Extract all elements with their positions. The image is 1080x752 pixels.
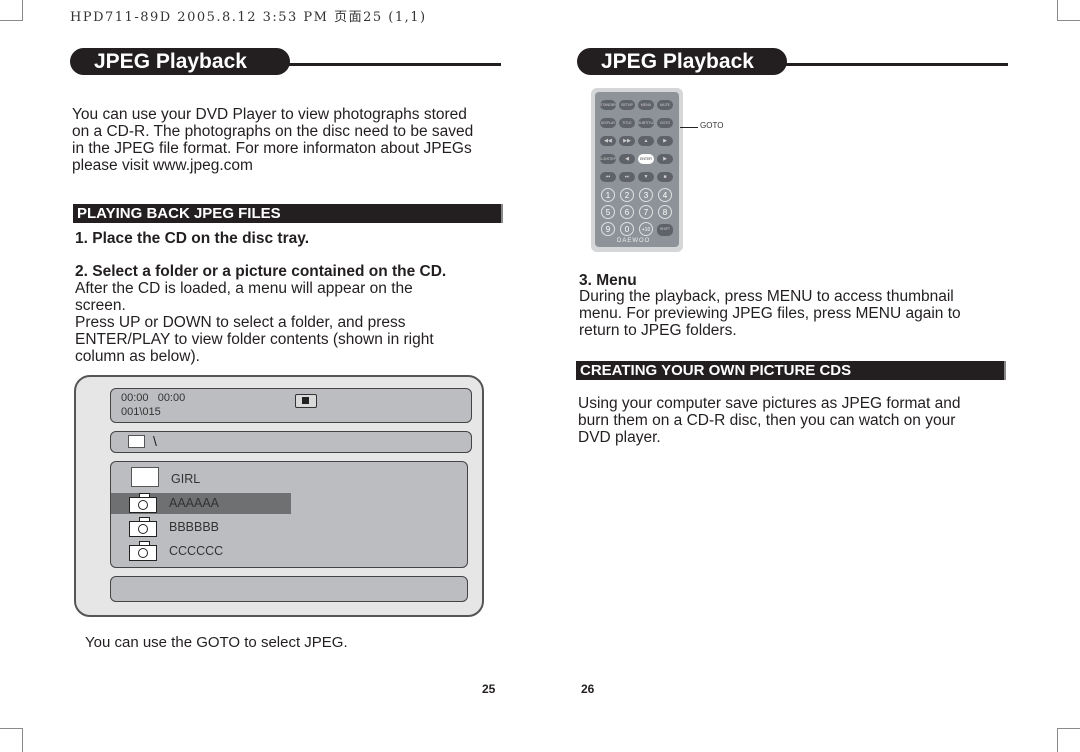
picture-icon	[129, 493, 157, 513]
remote-button-3: 3	[639, 188, 653, 202]
intro-paragraph: You can use your DVD Player to view phot…	[72, 106, 512, 174]
remote-button-left: ◀	[619, 154, 635, 164]
remote-button-shift: SHIFT	[657, 224, 673, 236]
remote-button-1: 1	[601, 188, 615, 202]
step-2-line: column as below).	[75, 348, 200, 365]
picture-icon	[129, 541, 157, 561]
step-2-line: ENTER/PLAY to view folder contents (show…	[75, 331, 434, 348]
page-number-25: 25	[482, 682, 496, 696]
remote-brand-logo: DAEWOO	[617, 238, 651, 244]
left-page-title: JPEG Playback	[70, 48, 290, 75]
remote-body: STANDBY SETUP MENU MUTE DISPLAY TITLE SU…	[595, 92, 679, 247]
crop-mark-top-left	[0, 0, 23, 21]
remote-button-setup: SETUP	[619, 100, 635, 110]
intro-line: in the JPEG file format. For more inform…	[72, 140, 472, 157]
path-panel: \	[110, 431, 472, 453]
creating-line: Using your computer save pictures as JPE…	[578, 395, 961, 412]
jpeg-browser-screen: 00:00 00:00 001\015 \ GIRL AAAAAA BBBBBB	[74, 375, 484, 617]
list-item-label: GIRL	[171, 472, 201, 486]
list-item-picture-aaaaaa[interactable]: AAAAAA	[111, 493, 291, 514]
remote-button-0: 0	[620, 222, 634, 236]
step-3-line: menu. For previewing JPEG files, press M…	[579, 305, 961, 322]
step-3-line: During the playback, press MENU to acces…	[579, 288, 954, 305]
step-2-line: Press UP or DOWN to select a folder, and…	[75, 314, 406, 331]
remote-button-standby: STANDBY	[600, 100, 616, 110]
creating-line: DVD player.	[578, 429, 661, 446]
file-list-panel: GIRL AAAAAA BBBBBB CCCCCC	[110, 461, 468, 568]
step-2-title: 2. Select a folder or a picture containe…	[75, 263, 447, 280]
remote-button-display: DISPLAY	[600, 118, 616, 128]
track-readout: 001\015	[121, 406, 161, 418]
list-item-picture-bbbbbb[interactable]: BBBBBB	[111, 517, 291, 538]
remote-button-6: 6	[620, 205, 634, 219]
remote-button-7: 7	[639, 205, 653, 219]
remote-button-8: 8	[658, 205, 672, 219]
picture-icon	[129, 517, 157, 537]
list-item-picture-cccccc[interactable]: CCCCCC	[111, 541, 291, 562]
creating-line: burn them on a CD-R disc, then you can w…	[578, 412, 956, 429]
remote-button-enter: ENTER	[638, 154, 654, 164]
remote-button-up: ▲	[638, 136, 654, 146]
step-3-line: return to JPEG folders.	[579, 322, 737, 339]
time-readout: 00:00 00:00	[121, 392, 186, 404]
creating-paragraph: Using your computer save pictures as JPE…	[578, 395, 1018, 446]
intro-line: You can use your DVD Player to view phot…	[72, 106, 467, 123]
remote-button-prev: ⏮	[600, 172, 616, 182]
goto-callout-line	[680, 127, 698, 128]
intro-line: on a CD-R. The photographs on the disc n…	[72, 123, 474, 140]
folder-icon	[128, 435, 145, 448]
goto-callout-label: GOTO	[700, 121, 724, 130]
folder-icon	[131, 467, 159, 487]
step-3-title: 3. Menu	[579, 272, 637, 289]
list-item-folder-girl[interactable]: GIRL	[111, 465, 291, 487]
crop-mark-bottom-right	[1057, 728, 1080, 752]
title-rule	[288, 63, 501, 66]
remote-button-next: ⏭	[619, 172, 635, 182]
remote-button-9: 9	[601, 222, 615, 236]
title-rule	[785, 63, 1008, 66]
remote-button-menu: MENU	[638, 100, 654, 110]
goto-note: You can use the GOTO to select JPEG.	[85, 634, 348, 651]
step-2-body: After the CD is loaded, a menu will appe…	[75, 280, 495, 365]
step-3-body: During the playback, press MENU to acces…	[579, 288, 1019, 339]
remote-button-play: ▶	[657, 136, 673, 146]
stop-icon	[295, 394, 317, 408]
remote-button-title: TITLE	[619, 118, 635, 128]
crop-mark-top-right	[1057, 0, 1080, 21]
list-item-label: AAAAAA	[169, 496, 220, 510]
remote-button-2: 2	[620, 188, 634, 202]
info-panel	[110, 576, 468, 602]
remote-button-rewind: ◀◀	[600, 136, 616, 146]
section-heading-playing-back: PLAYING BACK JPEG FILES	[73, 204, 503, 223]
step-1: 1. Place the CD on the disc tray.	[75, 230, 310, 247]
list-item-label: CCCCCC	[169, 544, 224, 558]
list-item-label: BBBBBB	[169, 520, 220, 534]
crop-mark-bottom-left	[0, 728, 23, 752]
step-2-line: screen.	[75, 297, 126, 314]
remote-button-subtitle: SUBTITLE	[638, 118, 654, 128]
step-2-line: After the CD is loaded, a menu will appe…	[75, 280, 413, 297]
remote-button-goto: GOTO	[657, 118, 673, 128]
section-heading-creating-cds: CREATING YOUR OWN PICTURE CDS	[576, 361, 1006, 380]
remote-button-ab-step: A-B/STEP	[600, 154, 616, 164]
remote-button-stop: ■	[657, 172, 673, 182]
right-page-title: JPEG Playback	[577, 48, 787, 75]
remote-button-forward: ▶▶	[619, 136, 635, 146]
intro-line: please visit www.jpeg.com	[72, 157, 253, 174]
remote-button-down: ▼	[638, 172, 654, 182]
remote-button-4: 4	[658, 188, 672, 202]
remote-button-5: 5	[601, 205, 615, 219]
remote-button-mute: MUTE	[657, 100, 673, 110]
remote-button-right: ▶	[657, 154, 673, 164]
current-path: \	[153, 433, 157, 449]
print-header: HPD711-89D 2005.8.12 3:53 PM 页面25 (1,1)	[70, 10, 427, 25]
remote-control-illustration: STANDBY SETUP MENU MUTE DISPLAY TITLE SU…	[591, 88, 683, 252]
remote-button-plus10: +10	[639, 222, 653, 236]
status-panel: 00:00 00:00 001\015	[110, 388, 472, 423]
page-number-26: 26	[581, 682, 595, 696]
